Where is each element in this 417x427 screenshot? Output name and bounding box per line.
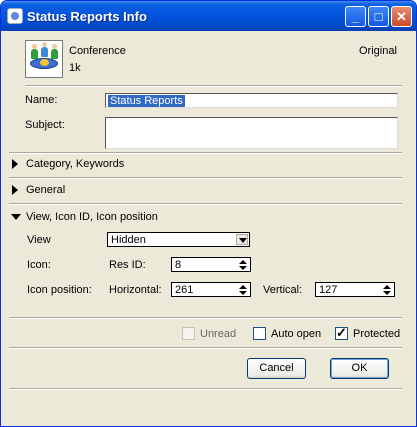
checkmark-icon: ✓ — [336, 325, 347, 340]
subject-label: Subject: — [25, 119, 65, 131]
section-general[interactable]: General — [26, 184, 65, 196]
ok-button[interactable]: OK — [330, 358, 389, 379]
protected-checkbox[interactable]: ✓ — [335, 325, 348, 340]
vertical-label: Vertical: — [263, 284, 303, 296]
subject-field[interactable] — [105, 117, 398, 149]
close-icon: ✕ — [396, 9, 407, 24]
collapse-view-icon[interactable] — [11, 214, 21, 220]
name-value: Status Reports — [108, 95, 185, 107]
window-title: Status Reports Info — [27, 9, 147, 24]
size-label: 1k — [69, 62, 81, 74]
status-label: Original — [359, 45, 397, 57]
expand-category-icon[interactable] — [12, 159, 18, 169]
type-label: Conference — [69, 45, 126, 57]
title-bar[interactable]: Status Reports Info _ □ ✕ — [1, 1, 416, 31]
view-label: View — [27, 234, 51, 246]
unread-checkbox[interactable] — [182, 327, 195, 340]
divider — [9, 347, 402, 349]
divider — [9, 388, 402, 390]
vertical-stepper[interactable]: 127 — [315, 282, 395, 297]
section-category[interactable]: Category, Keywords — [26, 158, 124, 170]
divider — [9, 177, 402, 179]
name-field[interactable]: Status Reports — [105, 93, 398, 108]
maximize-button[interactable]: □ — [368, 6, 389, 27]
conference-icon — [25, 40, 63, 78]
divider — [9, 203, 402, 205]
stepper-arrows-icon[interactable] — [239, 285, 248, 296]
maximize-icon: □ — [374, 9, 383, 24]
divider — [9, 317, 402, 319]
chevron-down-icon — [236, 234, 248, 245]
close-button[interactable]: ✕ — [391, 6, 412, 27]
app-icon — [7, 8, 23, 24]
divider — [25, 85, 402, 87]
auto-open-checkbox[interactable] — [253, 327, 266, 340]
cancel-button[interactable]: Cancel — [247, 358, 306, 379]
stepper-arrows-icon[interactable] — [383, 285, 392, 296]
auto-open-label: Auto open — [271, 328, 322, 340]
horizontal-value: 261 — [175, 284, 194, 296]
minimize-icon: _ — [351, 9, 360, 24]
res-id-stepper[interactable]: 8 — [171, 257, 251, 272]
name-label: Name: — [25, 94, 58, 106]
vertical-value: 127 — [319, 284, 338, 296]
view-value: Hidden — [111, 234, 146, 246]
section-view-icon[interactable]: View, Icon ID, Icon position — [26, 211, 158, 223]
res-id-label: Res ID: — [109, 259, 146, 271]
res-id-value: 8 — [175, 259, 182, 271]
icon-label: Icon: — [27, 259, 51, 271]
protected-label: Protected — [353, 328, 401, 340]
icon-position-label: Icon position: — [27, 284, 92, 296]
horizontal-stepper[interactable]: 261 — [171, 282, 251, 297]
info-dialog: Status Reports Info _ □ ✕ Conference 1k … — [0, 0, 417, 427]
horizontal-label: Horizontal: — [109, 284, 162, 296]
unread-label: Unread — [200, 328, 237, 340]
minimize-button[interactable]: _ — [345, 6, 366, 27]
divider — [9, 152, 402, 154]
stepper-arrows-icon[interactable] — [239, 260, 248, 271]
expand-general-icon[interactable] — [12, 185, 18, 195]
view-select[interactable]: Hidden — [107, 232, 250, 247]
